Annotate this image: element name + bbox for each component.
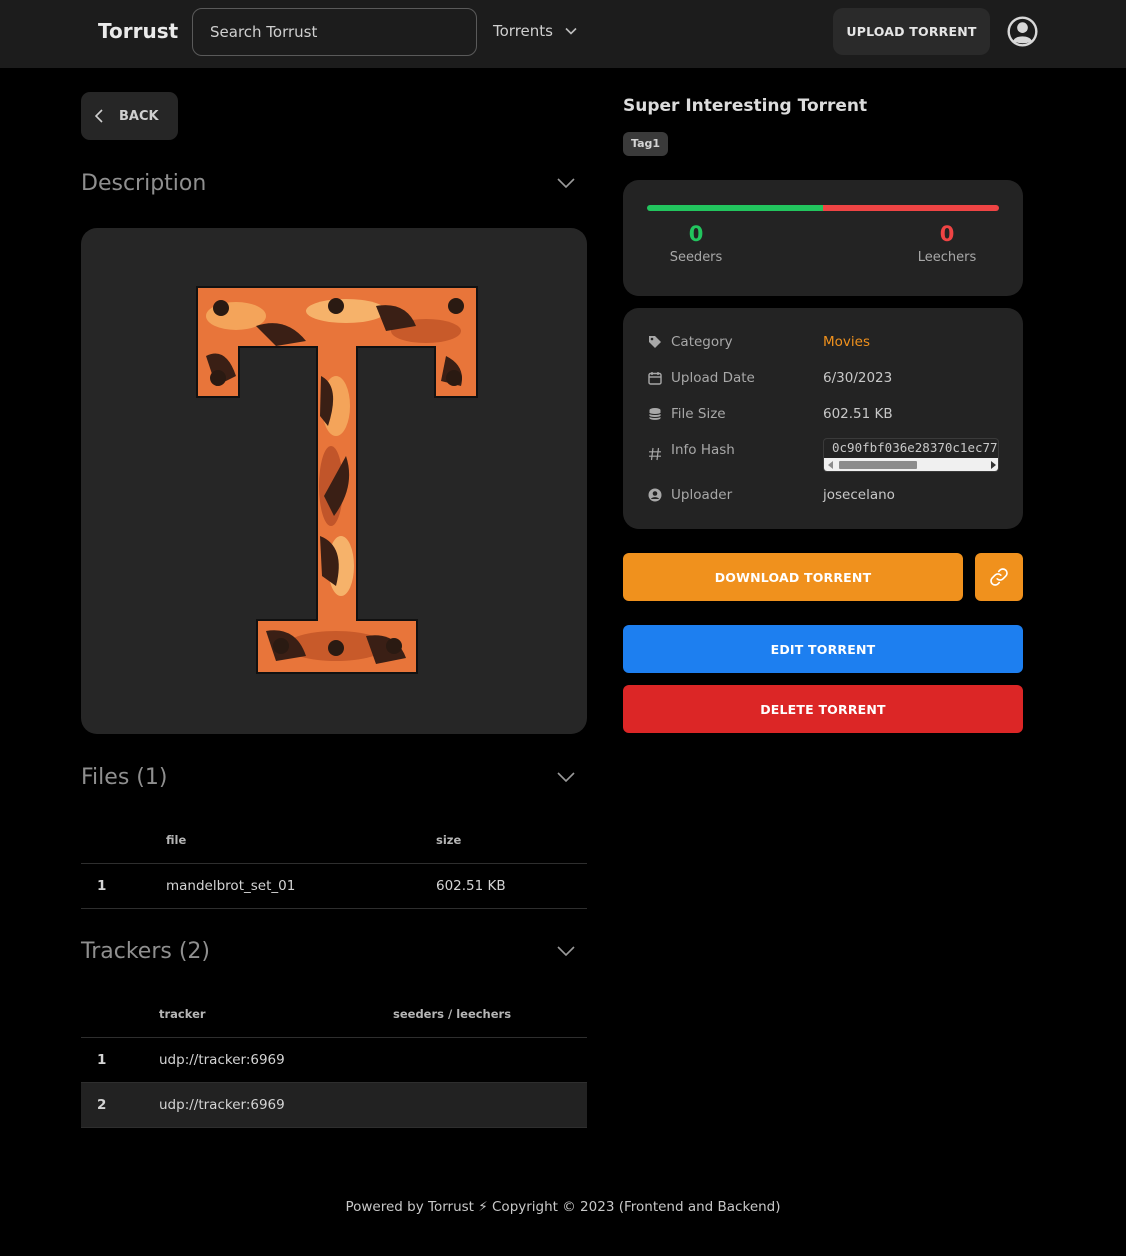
seeders-bar <box>647 205 823 211</box>
uploader-value[interactable]: josecelano <box>823 487 895 503</box>
tracker-url: udp://tracker:6969 <box>159 1037 393 1083</box>
horizontal-scrollbar[interactable] <box>824 458 998 471</box>
brand-logo[interactable]: Torrust <box>98 19 178 43</box>
scroll-right-arrow-icon[interactable] <box>990 461 996 469</box>
chevron-down-icon <box>557 772 575 782</box>
trackers-header[interactable]: Trackers (2) <box>81 936 587 966</box>
chevron-down-icon <box>565 27 577 35</box>
category-label: Category <box>671 334 733 350</box>
tag-badge[interactable]: Tag1 <box>623 132 669 156</box>
category-link[interactable]: Movies <box>823 334 870 350</box>
file-name: mandelbrot_set_01 <box>166 863 436 909</box>
info-hash-label: Info Hash <box>671 442 735 458</box>
link-icon <box>990 568 1008 586</box>
back-button[interactable]: BACK <box>81 92 178 140</box>
trackers-table-header: tracker seeders / leechers <box>81 991 587 1038</box>
files-table: file size 1 mandelbrot_set_01 602.51 KB <box>81 817 587 909</box>
download-torrent-button[interactable]: DOWNLOAD TORRENT <box>623 553 963 601</box>
description-header[interactable]: Description <box>81 168 587 198</box>
file-size-value: 602.51 KB <box>823 406 893 422</box>
leechers-count: 0 <box>939 222 955 246</box>
table-row: 2 udp://tracker:6969 <box>81 1082 587 1128</box>
file-size: 602.51 KB <box>436 863 587 909</box>
file-size-label: File Size <box>671 406 726 422</box>
trackers-col-tracker: tracker <box>159 991 393 1038</box>
info-hash-field[interactable]: 0c90fbf036e28370c1ec77 <box>823 438 999 472</box>
trackers-col-index <box>81 991 159 1038</box>
upload-torrent-button[interactable]: UPLOAD TORRENT <box>833 8 990 55</box>
files-table-header: file size <box>81 817 587 864</box>
calendar-icon <box>648 371 662 385</box>
search-input[interactable] <box>192 8 477 56</box>
info-hash-value: 0c90fbf036e28370c1ec77 <box>832 440 998 455</box>
tracker-index: 2 <box>81 1082 159 1128</box>
files-col-file: file <box>166 817 436 864</box>
user-circle-icon[interactable] <box>1006 15 1039 48</box>
tracker-stats <box>393 1082 587 1128</box>
files-title: Files (1) <box>81 764 168 790</box>
peers-card: 0 Seeders 0 Leechers <box>623 180 1023 296</box>
info-row-uploader: Uploader josecelano <box>648 485 998 505</box>
chevron-down-icon <box>557 946 575 956</box>
leechers-bar <box>823 205 999 211</box>
torrents-dropdown[interactable]: Torrents <box>493 22 577 40</box>
seeders-stat: 0 Seeders <box>646 222 746 265</box>
scrollbar-thumb[interactable] <box>839 461 917 469</box>
files-header[interactable]: Files (1) <box>81 762 587 792</box>
chevron-down-icon <box>557 178 575 188</box>
edit-torrent-button[interactable]: EDIT TORRENT <box>623 625 1023 673</box>
leechers-label: Leechers <box>917 250 977 265</box>
files-col-size: size <box>436 817 587 864</box>
trackers-col-stats: seeders / leechers <box>393 991 587 1038</box>
back-label: BACK <box>119 108 159 124</box>
database-icon <box>648 407 662 421</box>
magnet-link-button[interactable] <box>975 553 1023 601</box>
leechers-stat: 0 Leechers <box>897 222 997 265</box>
table-row: 1 udp://tracker:6969 <box>81 1037 587 1083</box>
info-row-file-size: File Size 602.51 KB <box>648 404 998 424</box>
file-index: 1 <box>81 863 166 909</box>
delete-torrent-button[interactable]: DELETE TORRENT <box>623 685 1023 733</box>
trackers-title: Trackers (2) <box>81 938 210 964</box>
chevron-left-icon <box>95 109 103 123</box>
upload-date-value: 6/30/2023 <box>823 370 893 386</box>
files-col-index <box>81 817 166 864</box>
tag-icon <box>648 335 662 349</box>
info-row-category: Category Movies <box>648 332 998 352</box>
tracker-url: udp://tracker:6969 <box>159 1082 393 1128</box>
info-row-upload-date: Upload Date 6/30/2023 <box>648 368 998 388</box>
user-circle-icon <box>648 488 662 502</box>
trackers-table: tracker seeders / leechers 1 udp://track… <box>81 991 587 1128</box>
uploader-label: Uploader <box>671 487 733 503</box>
torrust-t-logo-image <box>196 286 478 674</box>
footer-text: Powered by Torrust ⚡ Copyright © 2023 (F… <box>345 1199 781 1215</box>
seeders-count: 0 <box>688 222 704 246</box>
torrents-dropdown-label: Torrents <box>493 22 553 40</box>
hash-icon <box>648 447 662 461</box>
scroll-left-arrow-icon[interactable] <box>828 461 834 469</box>
tracker-index: 1 <box>81 1037 159 1083</box>
description-panel <box>81 228 587 734</box>
torrent-title: Super Interesting Torrent <box>623 96 868 116</box>
seeders-label: Seeders <box>669 250 723 265</box>
upload-date-label: Upload Date <box>671 370 755 386</box>
table-row: 1 mandelbrot_set_01 602.51 KB <box>81 863 587 909</box>
tracker-stats <box>393 1037 587 1083</box>
navbar: Torrust Torrents UPLOAD TORRENT <box>0 0 1126 68</box>
description-title: Description <box>81 170 207 196</box>
info-card: Category Movies Upload Date 6/30/2023 Fi… <box>623 308 1023 529</box>
